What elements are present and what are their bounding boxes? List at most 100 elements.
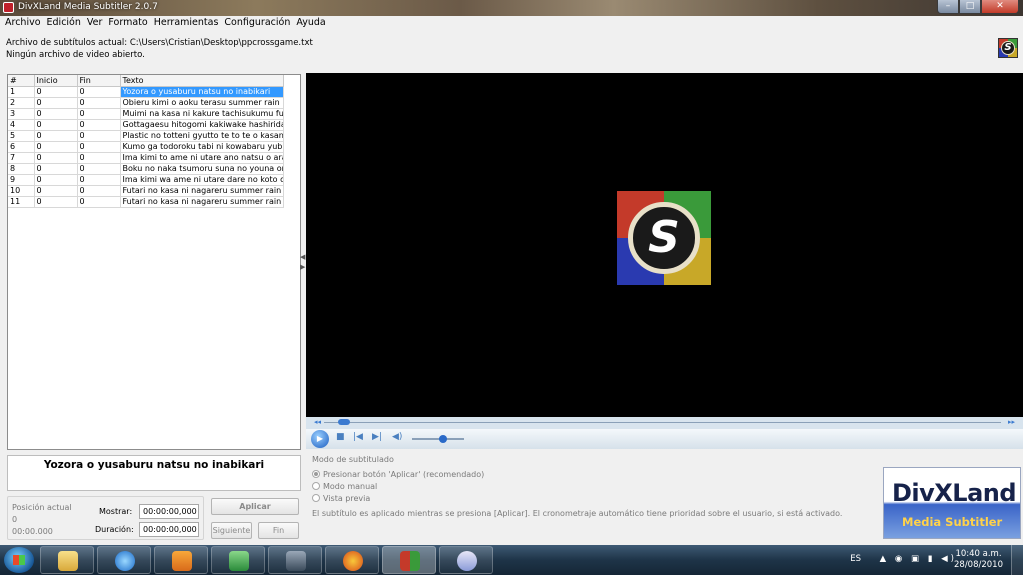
app-icon[interactable] (3, 2, 14, 13)
next-icon[interactable]: ▶| (372, 432, 382, 442)
cell-fin[interactable]: 0 (77, 174, 121, 186)
menu-configuracion[interactable]: Configuración (223, 16, 295, 31)
seek-track[interactable] (324, 422, 1001, 423)
stop-icon[interactable]: ■ (336, 432, 345, 442)
cell-inicio[interactable]: 0 (34, 119, 78, 131)
cell-texto[interactable]: Boku no naka tsumoru suna no youna omoid… (120, 163, 284, 175)
cell-inicio[interactable]: 0 (34, 130, 78, 142)
table-row[interactable]: 7 0 0 Ima kimi to ame ni utare ano natsu o … (8, 152, 284, 164)
clock[interactable]: 10:40 a.m. 28/08/2010 (954, 549, 1003, 571)
cell-inicio[interactable]: 0 (34, 163, 78, 175)
cell-inicio[interactable]: 0 (34, 86, 78, 98)
cell-inicio[interactable]: 0 (34, 108, 78, 120)
radio-icon[interactable] (312, 494, 320, 502)
siguiente-button[interactable]: Siguiente (211, 522, 252, 539)
cell-fin[interactable]: 0 (77, 185, 121, 197)
taskbar-subtitler[interactable] (382, 546, 436, 574)
taskbar-ie[interactable] (97, 546, 151, 574)
taskbar-media-player[interactable] (154, 546, 208, 574)
cell-fin[interactable]: 0 (77, 163, 121, 175)
subtitle-list[interactable]: # Inicio Fin Texto 1 0 0 Yozora o yusaburu … (7, 74, 301, 450)
cell-texto[interactable]: Obieru kimi o aoku terasu summer rain (120, 97, 284, 109)
mode-option-aplicar[interactable]: Presionar botón 'Aplicar' (recomendado) (312, 470, 484, 479)
cell-number[interactable]: 5 (8, 130, 35, 142)
play-button[interactable]: ▶ (311, 430, 329, 448)
aplicar-button[interactable]: Aplicar (211, 498, 299, 515)
menu-archivo[interactable]: Archivo (4, 16, 46, 31)
cell-number[interactable]: 10 (8, 185, 35, 197)
fin-button[interactable]: Fin (258, 522, 299, 539)
taskbar-firefox[interactable] (325, 546, 379, 574)
cell-number[interactable]: 7 (8, 152, 35, 164)
cell-texto[interactable]: Futari no kasa ni nagareru summer rain (120, 185, 284, 197)
taskbar-folder[interactable] (40, 546, 94, 574)
volume-icon[interactable]: ◀) (392, 432, 402, 442)
cell-number[interactable]: 2 (8, 97, 35, 109)
cell-number[interactable]: 9 (8, 174, 35, 186)
table-row[interactable]: 4 0 0 Gottagaesu hitogomi kakiwake hashirid… (8, 119, 284, 131)
taskbar-network[interactable] (211, 546, 265, 574)
table-row[interactable]: 10 0 0 Futari no kasa ni nagareru summer ra… (8, 185, 284, 197)
cell-number[interactable]: 8 (8, 163, 35, 175)
cell-inicio[interactable]: 0 (34, 152, 78, 164)
seek-handle[interactable] (337, 419, 350, 425)
cell-inicio[interactable]: 0 (34, 174, 78, 186)
cell-fin[interactable]: 0 (77, 108, 121, 120)
cell-number[interactable]: 3 (8, 108, 35, 120)
mode-option-manual[interactable]: Modo manual (312, 482, 377, 491)
table-row[interactable]: 6 0 0 Kumo ga todoroku tabi ni kowabaru yub… (8, 141, 284, 153)
cell-number[interactable]: 4 (8, 119, 35, 131)
seek-bar[interactable]: ◂◂ ▸▸ (306, 417, 1023, 429)
column-header-fin[interactable]: Fin (77, 75, 121, 87)
cell-number[interactable]: 1 (8, 86, 35, 98)
taskbar-starcraft[interactable] (268, 546, 322, 574)
menu-formato[interactable]: Formato (107, 16, 152, 31)
previous-icon[interactable]: |◀ (353, 432, 363, 442)
tray-icons[interactable]: ▲ ◉ ▣ ▮ ◀) (880, 554, 957, 564)
cell-texto[interactable]: Yozora o yusaburu natsu no inabikari (120, 86, 284, 98)
menu-ver[interactable]: Ver (86, 16, 108, 31)
cell-inicio[interactable]: 0 (34, 141, 78, 153)
cell-texto[interactable]: Plastic no totteni gyutto te to te o kas… (120, 130, 284, 142)
mostrar-time-field[interactable]: 00:00:00,000 (139, 504, 199, 519)
cell-number[interactable]: 6 (8, 141, 35, 153)
column-header-inicio[interactable]: Inicio (34, 75, 78, 87)
cell-number[interactable]: 11 (8, 196, 35, 208)
mode-option-preview[interactable]: Vista previa (312, 494, 370, 503)
cell-texto[interactable]: Kumo ga todoroku tabi ni kowabaru yubi (120, 141, 284, 153)
cell-inicio[interactable]: 0 (34, 185, 78, 197)
cell-fin[interactable]: 0 (77, 97, 121, 109)
cell-fin[interactable]: 0 (77, 119, 121, 131)
menu-ayuda[interactable]: Ayuda (295, 16, 330, 31)
cell-texto[interactable]: Muimi na kasa ni kakure tachisukumu futa… (120, 108, 284, 120)
cell-texto[interactable]: Gottagaesu hitogomi kakiwake hashiridasu (120, 119, 284, 131)
cell-fin[interactable]: 0 (77, 196, 121, 208)
menu-herramientas[interactable]: Herramientas (153, 16, 224, 31)
column-header-texto[interactable]: Texto (120, 75, 284, 87)
volume-slider-track[interactable] (412, 438, 464, 440)
table-row[interactable]: 5 0 0 Plastic no totteni gyutto te to te o … (8, 130, 284, 142)
close-button[interactable]: ✕ (981, 0, 1019, 14)
table-row[interactable]: 11 0 0 Futari no kasa ni nagareru summer ra… (8, 196, 284, 208)
radio-icon[interactable] (312, 482, 320, 490)
table-row[interactable]: 1 0 0 Yozora o yusaburu natsu no inabikari (8, 86, 284, 98)
seek-back-icon[interactable]: ◂◂ (314, 418, 321, 426)
maximize-button[interactable]: □ (959, 0, 981, 14)
start-button-icon[interactable] (4, 547, 34, 573)
cell-fin[interactable]: 0 (77, 141, 121, 153)
cell-fin[interactable]: 0 (77, 152, 121, 164)
duracion-time-field[interactable]: 00:00:00,000 (139, 522, 199, 537)
cell-fin[interactable]: 0 (77, 86, 121, 98)
seek-forward-icon[interactable]: ▸▸ (1008, 418, 1015, 426)
taskbar-paint[interactable] (439, 546, 493, 574)
table-row[interactable]: 3 0 0 Muimi na kasa ni kakure tachisukumu f… (8, 108, 284, 120)
minimize-button[interactable]: – (937, 0, 959, 14)
language-indicator[interactable]: ES (850, 554, 861, 564)
table-row[interactable]: 800Boku no naka tsumoru suna no youna om… (8, 163, 284, 175)
cell-inicio[interactable]: 0 (34, 97, 78, 109)
cell-texto[interactable]: Ima kimi to ame ni utare ano natsu o ara… (120, 152, 284, 164)
column-header-number[interactable]: # (8, 75, 35, 87)
radio-selected-icon[interactable] (312, 470, 320, 478)
panel-splitter[interactable]: ◀ ▶ (300, 252, 305, 276)
volume-slider-handle[interactable] (439, 435, 448, 443)
